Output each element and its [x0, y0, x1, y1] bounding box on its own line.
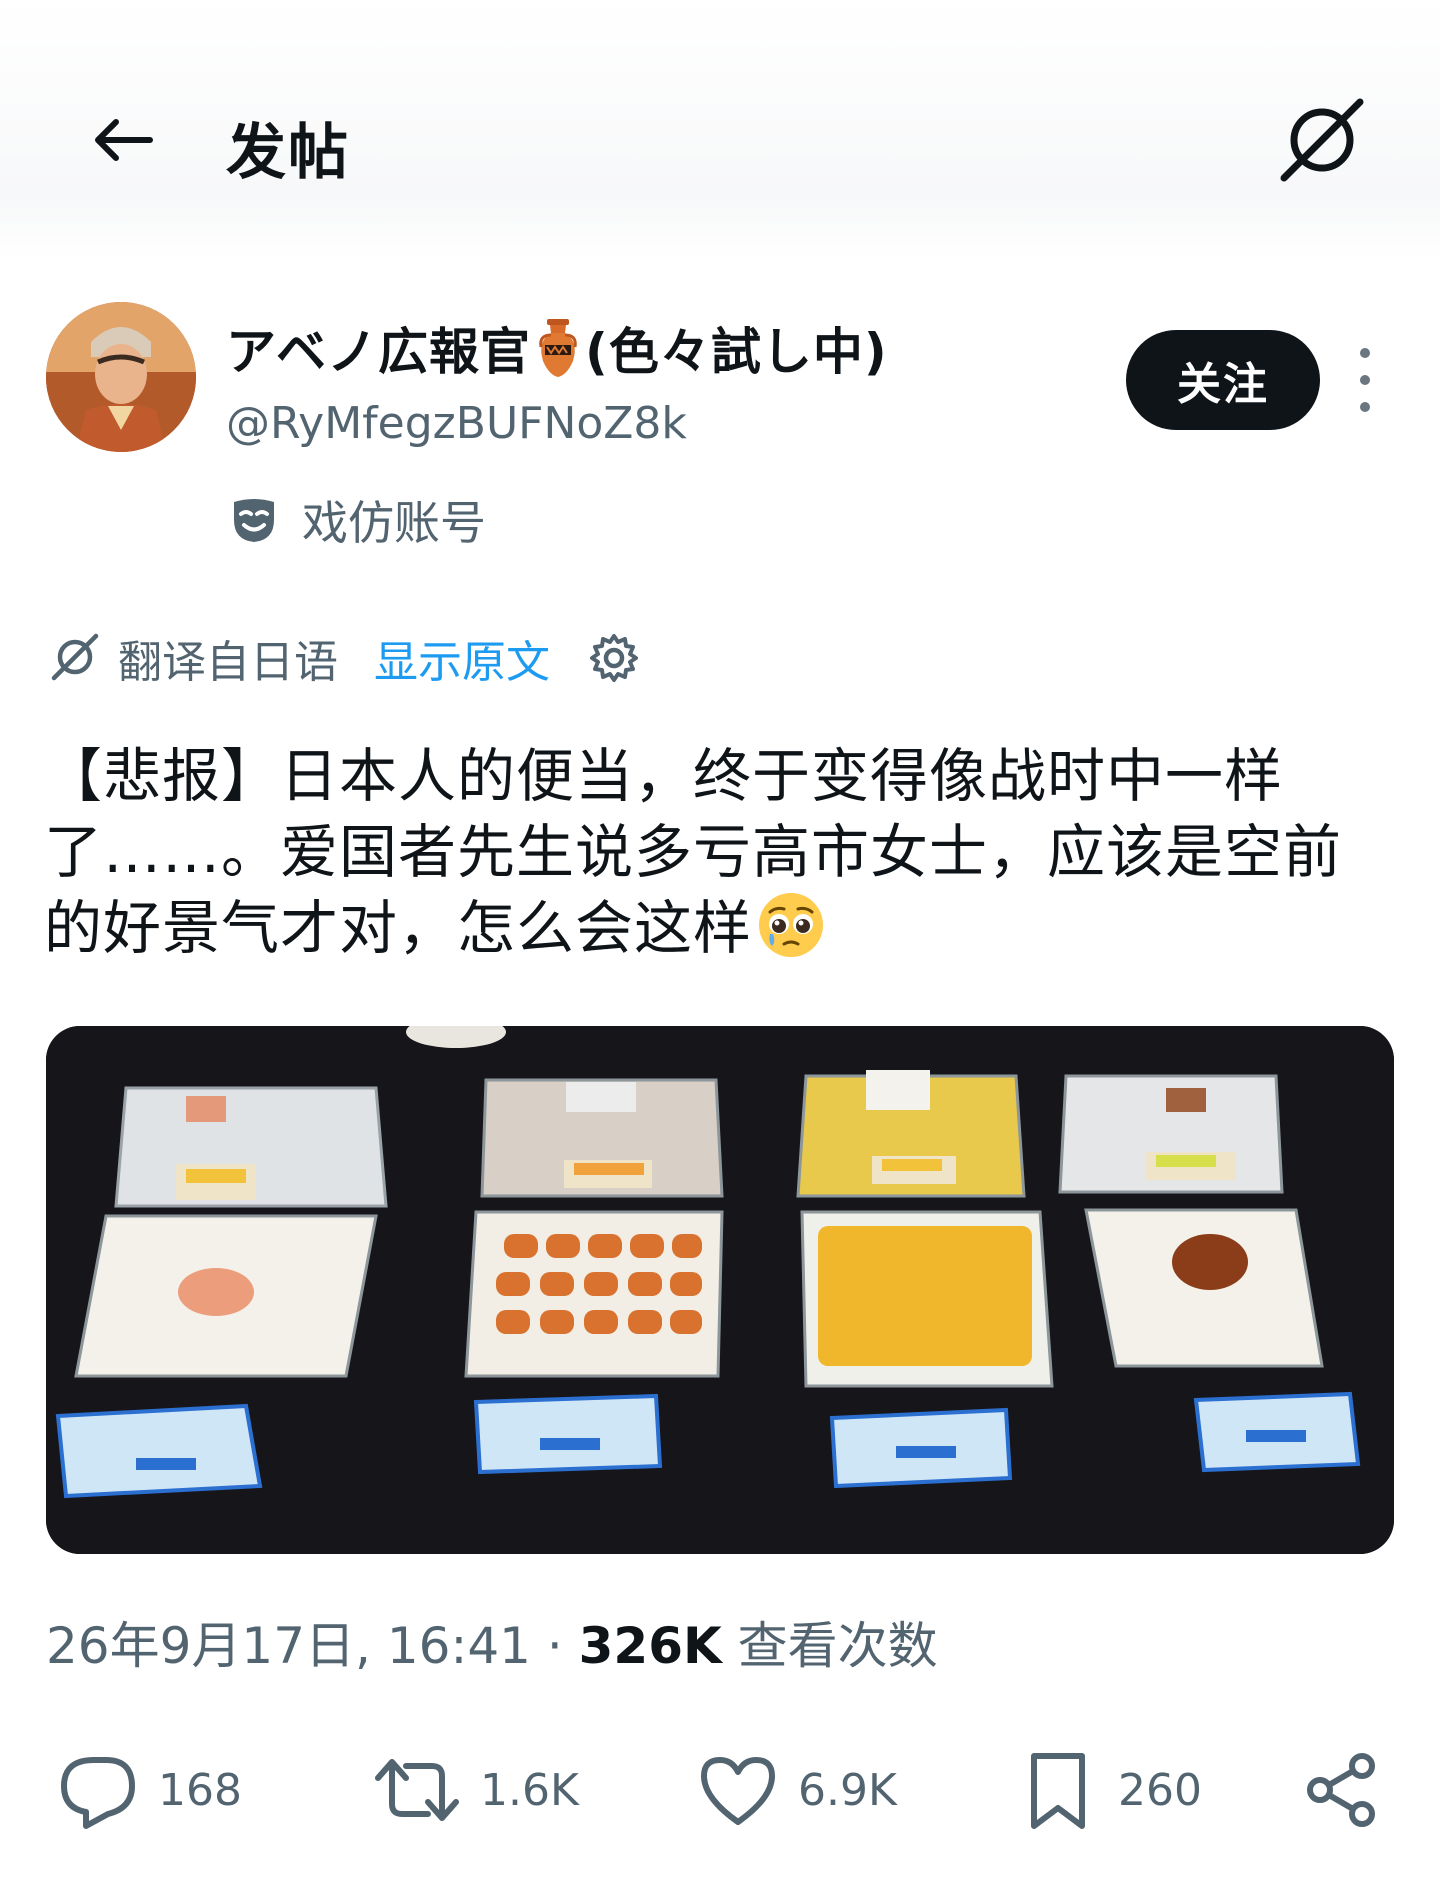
page-title: 发帖 — [226, 118, 350, 188]
translated-from-label: 翻译自日语 — [118, 637, 338, 688]
display-name-text: アベノ広報官 — [226, 323, 531, 381]
bookmark-icon — [1031, 1753, 1085, 1829]
repost-count: 1.6K — [480, 1764, 579, 1816]
display-name-suffix: (色々試し中) — [585, 323, 888, 381]
show-original-link[interactable]: 显示原文 — [374, 626, 550, 690]
views-count: 326K — [578, 1617, 722, 1675]
like-count: 6.9K — [798, 1764, 897, 1816]
parody-label-text: 戏仿账号 — [302, 496, 486, 550]
reply-count: 168 — [158, 1764, 242, 1816]
tweet-meta: 26年9月17日, 16:41 · 326K 查看次数 — [46, 1606, 938, 1678]
share-button[interactable] — [1300, 1740, 1384, 1840]
gear-icon[interactable] — [586, 630, 642, 686]
repost-icon — [375, 1759, 459, 1821]
top-bar: 发帖 — [0, 0, 1440, 260]
mask-icon — [234, 499, 274, 542]
follow-button[interactable]: 关注 — [1126, 330, 1320, 430]
arrow-left-icon — [95, 119, 153, 161]
bento-photo — [46, 1026, 1394, 1554]
heart-icon — [701, 1757, 775, 1825]
display-name[interactable]: アベノ広報官 (色々試し中) — [226, 312, 888, 384]
share-icon — [1307, 1753, 1375, 1827]
views-label: 查看次数 — [721, 1617, 938, 1675]
amphora-icon — [539, 319, 577, 377]
translate-icon — [1280, 98, 1364, 182]
tweet-photo[interactable] — [46, 1026, 1394, 1554]
back-button[interactable] — [82, 100, 162, 180]
bookmark-button[interactable]: 260 — [1016, 1740, 1202, 1840]
user-handle[interactable]: @RyMfegzBUFNoZ8k — [226, 398, 687, 449]
meta-separator: · — [530, 1617, 579, 1675]
avatar-image — [46, 302, 196, 452]
reply-icon — [61, 1757, 135, 1829]
avatar[interactable] — [46, 302, 196, 452]
tweet-text: 【悲报】日本人的便当，终于变得像战时中一样了……。爱国者先生说多亏高市女士，应该… — [44, 738, 1394, 966]
like-button[interactable]: 6.9K — [696, 1740, 897, 1840]
translation-row: 翻译自日语 显示原文 — [48, 628, 642, 688]
more-dot-icon — [1360, 402, 1370, 412]
timestamp[interactable]: 26年9月17日, 16:41 — [46, 1617, 531, 1675]
repost-button[interactable]: 1.6K — [372, 1740, 579, 1840]
pleading-face-icon — [759, 893, 824, 957]
translate-icon — [51, 633, 99, 681]
parody-account-label: 戏仿账号 — [228, 490, 486, 550]
reply-button[interactable]: 168 — [56, 1740, 242, 1840]
more-dot-icon — [1360, 348, 1370, 358]
tweet-body: 【悲报】日本人的便当，终于变得像战时中一样了……。爱国者先生说多亏高市女士，应该… — [44, 742, 1343, 962]
bookmark-count: 260 — [1118, 1764, 1202, 1816]
action-bar: 168 1.6K 6.9K 260 — [0, 1740, 1440, 1840]
more-dot-icon — [1360, 375, 1370, 385]
more-options-button[interactable] — [1350, 348, 1380, 412]
translate-button[interactable] — [1270, 96, 1370, 186]
